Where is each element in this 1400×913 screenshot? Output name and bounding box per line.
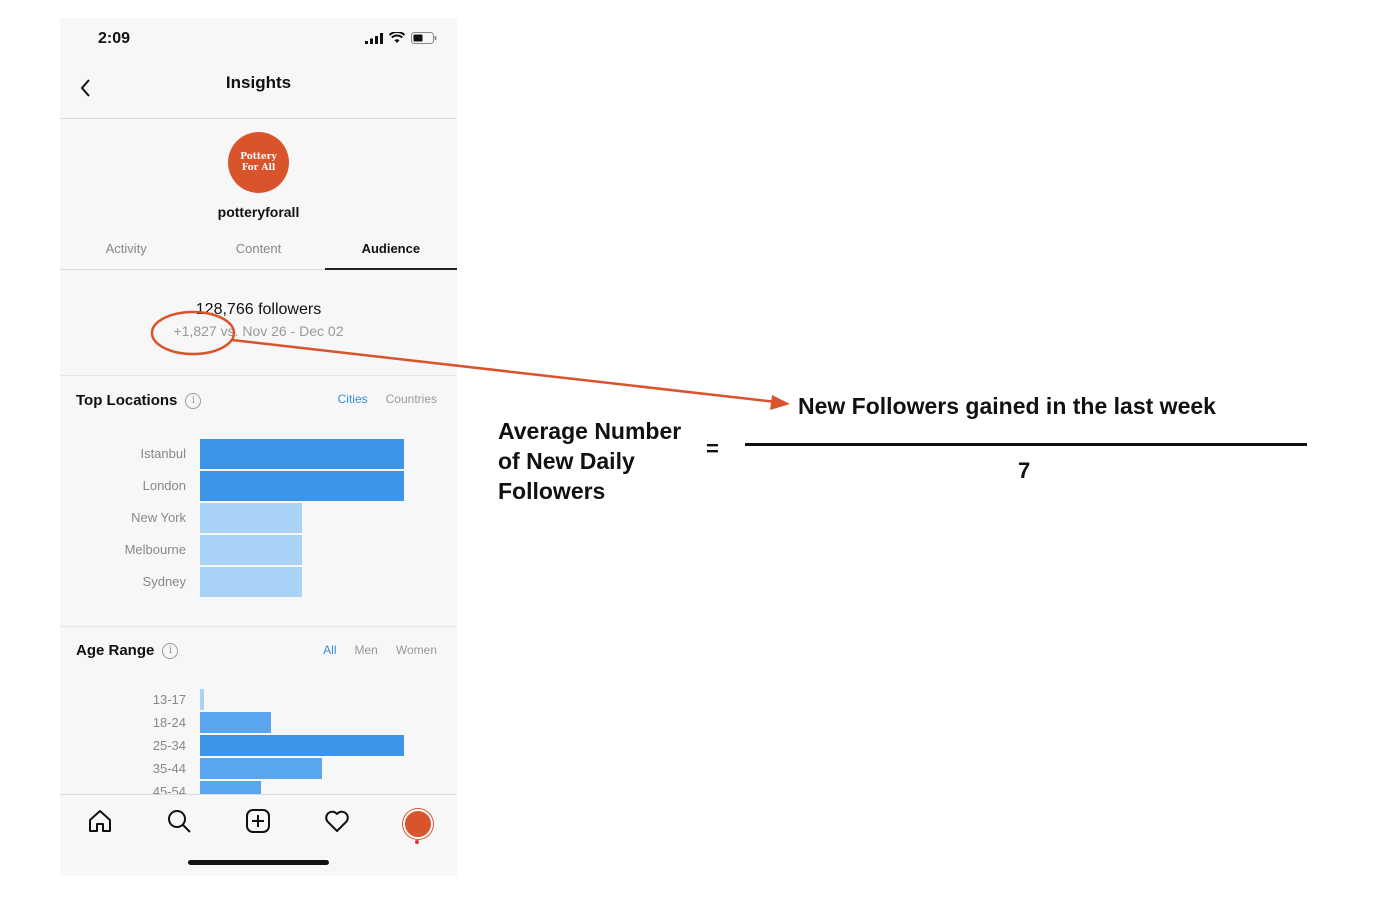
phone-screen: 2:09 Insights Pottery For All potteryfora… (60, 18, 457, 876)
top-locations-title: Top Locations i (76, 392, 202, 409)
tab-activity[interactable]: Activity (60, 236, 192, 269)
filter-men[interactable]: Men (355, 643, 378, 657)
age-label: 25-34 (152, 738, 186, 753)
tab-audience[interactable]: Audience (324, 236, 457, 270)
location-filters: Cities Countries (338, 392, 437, 406)
home-icon[interactable] (86, 807, 114, 835)
filter-women[interactable]: Women (396, 643, 437, 657)
age-range-title: Age Range i (76, 642, 179, 659)
location-row: London (60, 471, 457, 501)
age-bar (200, 735, 404, 756)
followers-summary: 128,766 followers +1,827 vs. Nov 26 - De… (60, 301, 457, 339)
filter-cities[interactable]: Cities (338, 392, 368, 406)
age-row: 25-34 (60, 735, 457, 757)
navigation-bar: Insights (60, 66, 457, 119)
info-icon[interactable]: i (162, 642, 179, 659)
age-filters: All Men Women (323, 643, 437, 657)
location-label: New York (131, 510, 186, 525)
location-row: New York (60, 503, 457, 533)
profile-avatar: Pottery For All (228, 132, 289, 193)
status-icons (365, 32, 437, 44)
age-range-label: Age Range (76, 642, 155, 659)
equals-sign: = (706, 436, 719, 461)
formula-left-label: Average Number of New Daily Followers (498, 416, 681, 506)
age-bar (200, 758, 322, 779)
signal-icon (365, 32, 383, 44)
location-bar (200, 471, 404, 501)
divider (60, 375, 457, 376)
status-bar: 2:09 (60, 18, 457, 66)
username: potteryforall (217, 204, 300, 220)
home-indicator (188, 860, 329, 865)
wifi-icon (389, 32, 405, 43)
age-bar (200, 712, 271, 733)
followers-count: 128,766 followers (195, 301, 322, 318)
formula-denominator: 7 (1018, 458, 1031, 483)
location-bar (200, 439, 404, 469)
status-time: 2:09 (98, 30, 131, 47)
location-bar (200, 503, 302, 533)
formula-label-line: Followers (498, 478, 606, 504)
new-post-icon[interactable] (244, 807, 272, 835)
filter-countries[interactable]: Countries (386, 392, 437, 406)
page-title: Insights (225, 73, 292, 92)
followers-delta: +1,827 vs. Nov 26 - Dec 02 (173, 323, 344, 339)
age-label: 13-17 (152, 692, 186, 707)
search-icon[interactable] (165, 807, 193, 835)
age-row: 35-44 (60, 758, 457, 780)
location-label: Melbourne (124, 542, 186, 557)
avatar-text-line1: Pottery (240, 151, 277, 162)
location-row: Istanbul (60, 439, 457, 469)
location-bar (200, 567, 302, 597)
location-label: Sydney (142, 574, 186, 589)
formula-label-line: of New Daily (498, 448, 635, 474)
age-bar (200, 689, 204, 710)
age-row: 18-24 (60, 712, 457, 734)
location-label: Istanbul (140, 446, 186, 461)
location-row: Melbourne (60, 535, 457, 565)
age-row: 13-17 (60, 689, 457, 711)
age-label: 18-24 (152, 715, 186, 730)
location-bar (200, 535, 302, 565)
info-icon[interactable]: i (185, 392, 202, 409)
filter-all[interactable]: All (323, 643, 336, 657)
annotation-arrow-head (770, 395, 790, 410)
profile-tab-avatar[interactable] (403, 809, 433, 839)
tab-content[interactable]: Content (192, 236, 324, 269)
top-locations-label: Top Locations (76, 392, 178, 409)
formula-numerator: New Followers gained in the last week (798, 393, 1216, 419)
location-label: London (142, 478, 186, 493)
notification-dot (415, 840, 419, 844)
battery-icon (411, 32, 437, 44)
location-row: Sydney (60, 567, 457, 597)
fraction-line (745, 443, 1307, 446)
avatar-text-line2: For All (241, 162, 276, 173)
formula-label-line: Average Number (498, 418, 682, 444)
divider (60, 626, 457, 627)
activity-heart-icon[interactable] (323, 807, 351, 835)
insights-tabs: Activity Content Audience (60, 236, 457, 270)
age-label: 35-44 (152, 761, 186, 776)
